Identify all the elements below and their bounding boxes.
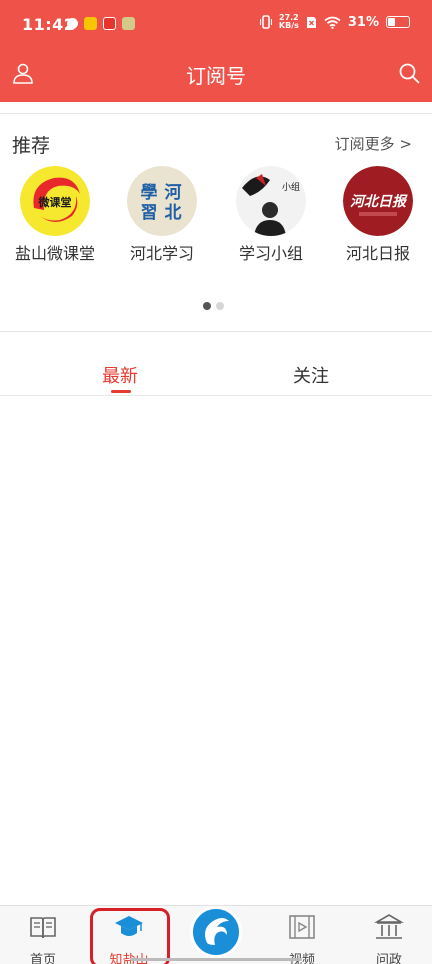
- page-dot: [216, 302, 224, 310]
- nav-label: 视频: [288, 953, 315, 964]
- app-notification-icon: [103, 17, 116, 30]
- nav-inquiry[interactable]: 问政: [346, 906, 432, 964]
- account-name: 盐山微课堂: [14, 244, 95, 263]
- avatar-logo-text: 河: [165, 183, 182, 203]
- page-dot-active: [203, 302, 211, 310]
- battery-percent: 31%: [347, 14, 379, 30]
- account-avatar: 微课堂: [20, 166, 90, 236]
- feed-tabs: 最新 关注: [0, 352, 432, 396]
- account-name: 河北学习: [129, 244, 194, 263]
- divider: [0, 331, 432, 332]
- avatar-logo-text: 小组: [282, 181, 300, 193]
- app-notification-icon: [84, 17, 97, 30]
- divider: [0, 395, 432, 396]
- app-logo-icon: [205, 918, 229, 945]
- nav-home[interactable]: 首页: [0, 906, 86, 964]
- battery-fill: [388, 18, 395, 26]
- page-indicator: [203, 302, 224, 310]
- account-avatar: 河北日报: [343, 166, 413, 236]
- recommend-item[interactable]: 學 習 河 北 河北学习: [112, 166, 212, 264]
- book-icon: [30, 917, 56, 939]
- app-notification-icon: [67, 18, 78, 29]
- avatar-logo-text: 河北日报: [350, 193, 408, 210]
- subscribe-more-link[interactable]: 订阅更多 >: [335, 133, 412, 154]
- battery-icon: [386, 16, 410, 28]
- status-bar: 11:42 27.2 KB/s 31%: [0, 0, 432, 52]
- tab-latest[interactable]: 最新: [102, 362, 138, 388]
- nav-label: 首页: [29, 953, 56, 964]
- hebei-daily-logo: 河北日报: [343, 166, 413, 236]
- recommend-item[interactable]: 河北日报 河北日报: [328, 166, 428, 264]
- government-building-icon: [374, 914, 404, 939]
- yanshan-microclass-logo: 微课堂: [20, 166, 90, 236]
- account-name: 河北日报: [345, 244, 410, 263]
- search-icon[interactable]: [398, 62, 420, 84]
- recommend-list: 微课堂 盐山微课堂 學 習 河 北 河北学习 小组 学习小组 河北日报 河北日报: [0, 166, 432, 266]
- tab-follow[interactable]: 关注: [293, 362, 329, 388]
- avatar-logo-text: 習: [141, 203, 158, 223]
- account-avatar: 小组: [236, 166, 306, 236]
- network-speed-unit: KB/s: [278, 21, 299, 30]
- avatar-logo-text: 學: [141, 183, 158, 203]
- wifi-icon: [324, 16, 341, 29]
- highlight-annotation: [90, 908, 170, 964]
- recommend-title: 推荐: [12, 135, 51, 157]
- top-bar: 11:42 27.2 KB/s 31% 订阅号: [0, 0, 432, 102]
- film-icon: [289, 915, 315, 939]
- status-right: 27.2 KB/s 31%: [259, 14, 410, 30]
- divider: [0, 113, 432, 114]
- page-title: 订阅号: [186, 64, 246, 88]
- recommend-item[interactable]: 微课堂 盐山微课堂: [5, 166, 105, 264]
- nav-label: 问政: [375, 953, 402, 964]
- active-tab-indicator: [111, 390, 131, 393]
- hebei-study-logo: 學 習 河 北: [127, 166, 197, 236]
- network-speed: 27.2 KB/s: [279, 14, 299, 30]
- home-indicator: [130, 958, 302, 961]
- recommend-item[interactable]: 小组 学习小组: [221, 166, 321, 264]
- account-avatar: 學 習 河 北: [127, 166, 197, 236]
- notification-icons: [67, 17, 135, 30]
- avatar-logo-text: 微课堂: [38, 195, 72, 209]
- app-notification-icon: [122, 17, 135, 30]
- avatar-logo-text: 北: [165, 203, 182, 223]
- center-logo-button[interactable]: [190, 906, 242, 958]
- sim-icon: [306, 16, 316, 28]
- vibrate-icon: [259, 15, 272, 29]
- study-group-logo: 小组: [236, 166, 306, 236]
- account-name: 学习小组: [238, 244, 303, 263]
- nav-video[interactable]: 视频: [259, 906, 345, 964]
